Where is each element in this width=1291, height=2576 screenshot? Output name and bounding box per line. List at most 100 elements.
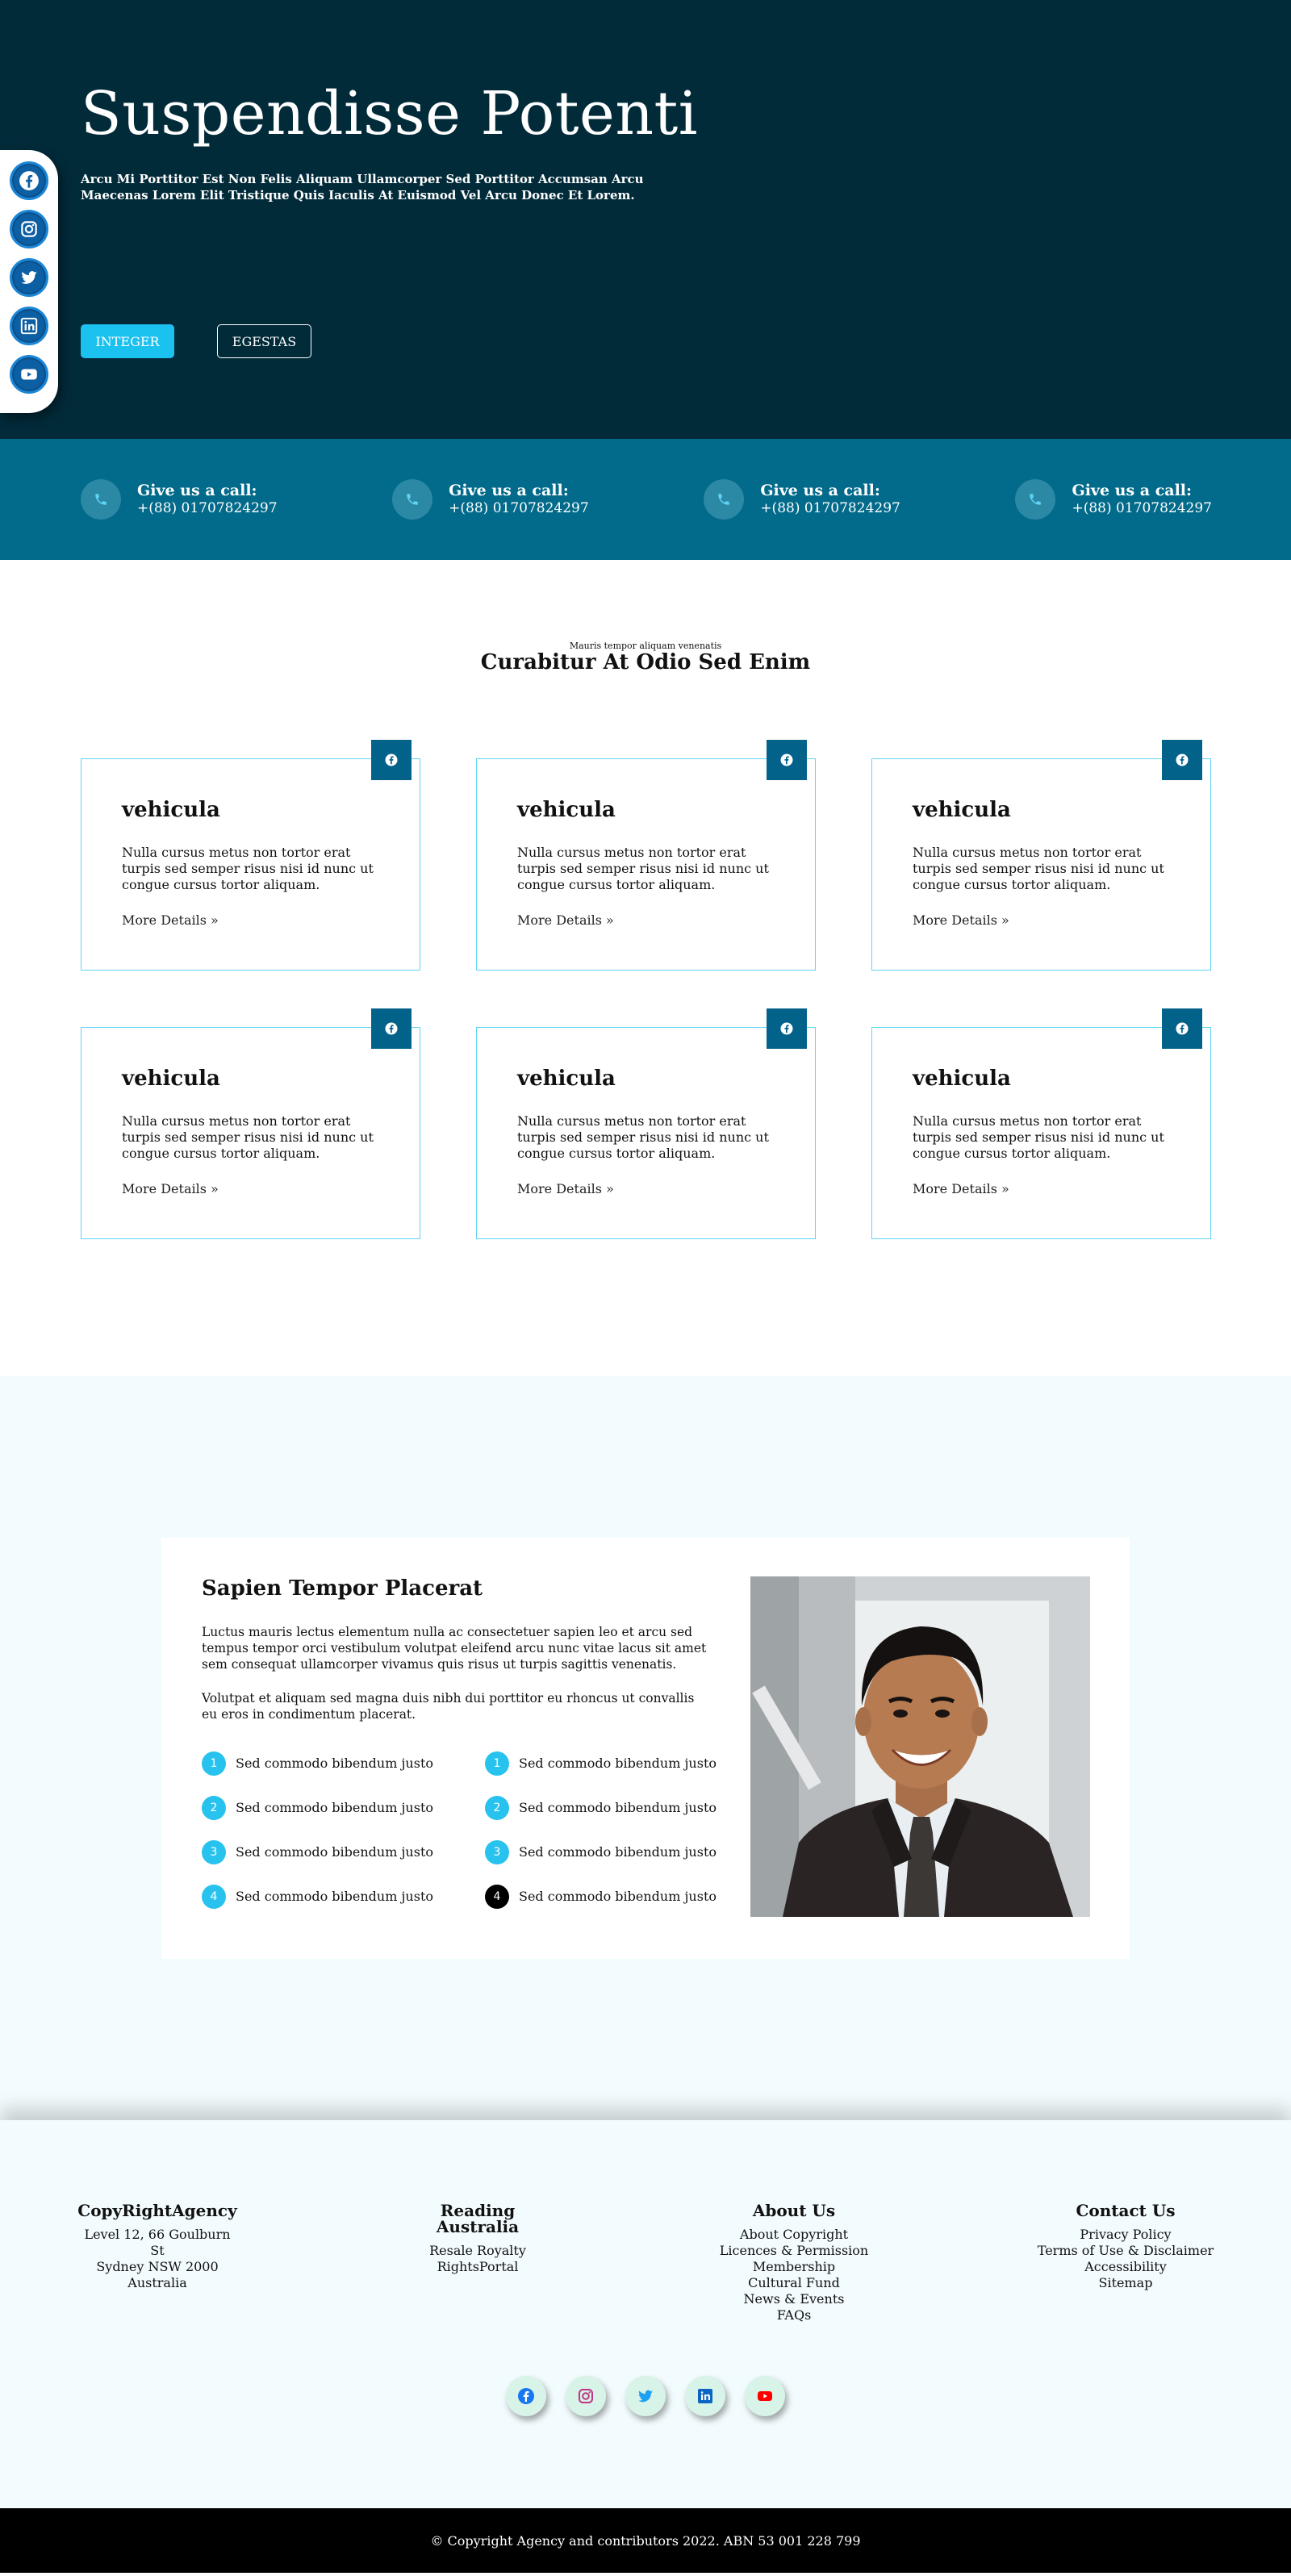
- person-portrait-image: [750, 1576, 1090, 1917]
- sidebar-facebook-link[interactable]: [10, 161, 48, 200]
- card-title: vehicula: [913, 1067, 1011, 1091]
- card-text: Nulla cursus metus non tortor erat turpi…: [122, 1113, 374, 1161]
- footer-link[interactable]: Accessibility: [1021, 2259, 1230, 2275]
- footer-instagram-link[interactable]: [566, 2376, 606, 2416]
- twitter-icon: [638, 2390, 653, 2403]
- service-card: vehicula Nulla cursus metus non tortor e…: [871, 740, 1211, 971]
- list-item: 3 Sed commodo bibendum justo: [485, 1830, 717, 1874]
- footer-link[interactable]: About Copyright: [713, 2227, 875, 2243]
- footer-heading: About Us: [752, 2201, 836, 2220]
- list-item-text: Sed commodo bibendum justo: [236, 1844, 434, 1860]
- integer-button[interactable]: INTEGER: [81, 324, 174, 358]
- footer-column: About Us About Copyright Licences & Perm…: [713, 2202, 875, 2323]
- call-number: +(88) 01707824297: [1072, 500, 1212, 516]
- facebook-icon: [19, 171, 39, 190]
- call-title: Give us a call:: [449, 482, 569, 499]
- number-badge: 4: [485, 1884, 509, 1909]
- number-badge: 3: [202, 1839, 226, 1864]
- list-item-text: Sed commodo bibendum justo: [519, 1889, 717, 1904]
- footer-heading: Contact Us: [1076, 2201, 1176, 2220]
- footer-link[interactable]: FAQs: [713, 2307, 875, 2323]
- about-card: Sapien Tempor Placerat Luctus mauris lec…: [161, 1538, 1130, 1959]
- feature-list-left: 1 Sed commodo bibendum justo 2 Sed commodo…: [202, 1741, 433, 1918]
- footer-link[interactable]: Membership: [713, 2259, 875, 2275]
- service-card: vehicula Nulla cursus metus non tortor e…: [476, 1008, 816, 1239]
- sidebar-twitter-link[interactable]: [10, 258, 48, 297]
- footer-link[interactable]: Privacy Policy: [1021, 2227, 1230, 2243]
- call-item[interactable]: Give us a call: +(88) 01707824297: [81, 479, 278, 520]
- sidebar-instagram-link[interactable]: [10, 210, 48, 248]
- footer-link[interactable]: Resale Royalty: [397, 2243, 558, 2259]
- call-item[interactable]: Give us a call: +(88) 01707824297: [704, 479, 900, 520]
- service-card: vehicula Nulla cursus metus non tortor e…: [476, 740, 816, 971]
- number-badge: 1: [202, 1751, 226, 1776]
- call-item[interactable]: Give us a call: +(88) 01707824297: [1015, 479, 1212, 520]
- list-item: 4 Sed commodo bibendum justo: [202, 1874, 433, 1918]
- instagram-icon: [579, 2389, 593, 2403]
- more-details-link[interactable]: More Details »: [913, 912, 1009, 928]
- about-paragraph: Luctus mauris lectus elementum nulla ac …: [202, 1625, 707, 1672]
- facebook-badge-icon[interactable]: [767, 740, 807, 780]
- footer-linkedin-link[interactable]: [685, 2376, 725, 2416]
- call-strip: Give us a call: +(88) 01707824297 Give u…: [0, 439, 1291, 560]
- footer-facebook-link[interactable]: [506, 2376, 546, 2416]
- call-number: +(88) 01707824297: [137, 500, 278, 516]
- card-title: vehicula: [913, 798, 1011, 822]
- sidebar-linkedin-link[interactable]: [10, 307, 48, 345]
- instagram-icon: [21, 221, 37, 237]
- copyright-text: © Copyright Agency and contributors 2022…: [430, 2532, 861, 2549]
- list-item-text: Sed commodo bibendum justo: [236, 1889, 434, 1904]
- more-details-link[interactable]: More Details »: [517, 1181, 614, 1196]
- number-badge: 4: [202, 1884, 226, 1909]
- linkedin-icon: [698, 2389, 712, 2403]
- footer-link[interactable]: News & Events: [713, 2291, 875, 2307]
- phone-icon: [81, 479, 121, 520]
- more-details-link[interactable]: More Details »: [913, 1181, 1009, 1196]
- youtube-icon: [21, 369, 37, 380]
- footer-link[interactable]: Sitemap: [1021, 2275, 1230, 2291]
- call-title: Give us a call:: [760, 482, 880, 499]
- facebook-badge-icon[interactable]: [1162, 740, 1202, 780]
- call-title: Give us a call:: [137, 482, 257, 499]
- number-badge: 2: [202, 1795, 226, 1820]
- list-item: 4 Sed commodo bibendum justo: [485, 1874, 717, 1918]
- card-text: Nulla cursus metus non tortor erat turpi…: [913, 845, 1164, 892]
- card-text: Nulla cursus metus non tortor erat turpi…: [517, 845, 769, 892]
- footer-address-line: Sydney NSW 2000: [96, 2259, 219, 2274]
- section-heading: Curabitur At Odio Sed Enim: [480, 650, 811, 674]
- about-paragraph: Volutpat et aliquam sed magna duis nibh …: [202, 1691, 695, 1722]
- footer-social-links: [0, 2376, 1291, 2416]
- number-badge: 3: [485, 1839, 509, 1864]
- services-section: Mauris tempor aliquam venenatis Curabitu…: [0, 560, 1291, 1376]
- more-details-link[interactable]: More Details »: [122, 1181, 219, 1196]
- list-item: 3 Sed commodo bibendum justo: [202, 1830, 433, 1874]
- portrait-photo: [750, 1576, 1090, 1917]
- footer-link[interactable]: RightsPortal: [397, 2259, 558, 2275]
- facebook-badge-icon[interactable]: [371, 740, 412, 780]
- card-title: vehicula: [517, 1067, 616, 1091]
- service-card: vehicula Nulla cursus metus non tortor e…: [81, 740, 420, 971]
- number-badge: 1: [485, 1751, 509, 1776]
- facebook-badge-icon[interactable]: [767, 1008, 807, 1049]
- phone-icon: [392, 479, 433, 520]
- sidebar-youtube-link[interactable]: [10, 355, 48, 394]
- list-item-text: Sed commodo bibendum justo: [519, 1800, 717, 1815]
- call-item[interactable]: Give us a call: +(88) 01707824297: [392, 479, 589, 520]
- footer-youtube-link[interactable]: [745, 2376, 785, 2416]
- facebook-badge-icon[interactable]: [371, 1008, 412, 1049]
- more-details-link[interactable]: More Details »: [517, 912, 614, 928]
- footer-twitter-link[interactable]: [625, 2376, 666, 2416]
- more-details-link[interactable]: More Details »: [122, 912, 219, 928]
- footer-address-line: Australia: [127, 2275, 187, 2290]
- egestas-button[interactable]: EGESTAS: [217, 324, 311, 358]
- card-text: Nulla cursus metus non tortor erat turpi…: [913, 1113, 1164, 1161]
- list-item-text: Sed commodo bibendum justo: [519, 1756, 717, 1771]
- footer-link[interactable]: Licences & Permission: [713, 2243, 875, 2259]
- feature-list-right: 1 Sed commodo bibendum justo 2 Sed commodo…: [485, 1741, 717, 1918]
- footer-link[interactable]: Terms of Use & Disclaimer: [1021, 2243, 1230, 2259]
- phone-icon: [1015, 479, 1056, 520]
- footer-link[interactable]: Cultural Fund: [713, 2275, 875, 2291]
- facebook-badge-icon[interactable]: [1162, 1008, 1202, 1049]
- footer-column: Contact Us Privacy Policy Terms of Use &…: [1021, 2202, 1230, 2291]
- card-text: Nulla cursus metus non tortor erat turpi…: [122, 845, 374, 892]
